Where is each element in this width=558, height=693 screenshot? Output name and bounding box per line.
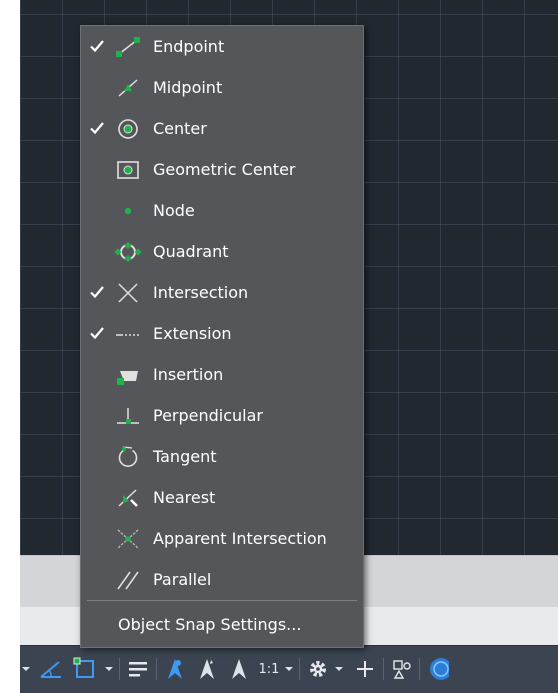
menu-item-tangent[interactable]: Tangent	[81, 437, 363, 477]
menu-item-label: Center	[153, 119, 207, 138]
apparent-intersection-icon	[117, 529, 139, 549]
extension-icon	[116, 334, 141, 336]
menu-item-label: Insertion	[153, 365, 224, 384]
menu-item-insertion[interactable]: Insertion	[81, 355, 363, 395]
menu-item-quadrant[interactable]: Quadrant	[81, 232, 363, 272]
menu-item-label: Quadrant	[153, 242, 229, 261]
object-snap-dropdown-icon[interactable]	[102, 654, 116, 684]
menu-item-label: Geometric Center	[153, 160, 296, 179]
check-icon	[90, 122, 104, 135]
auto-scale-icon[interactable]	[192, 654, 222, 684]
menu-divider	[87, 600, 357, 601]
plus-icon[interactable]	[350, 654, 380, 684]
menu-item-midpoint[interactable]: Midpoint	[81, 68, 363, 108]
node-icon	[124, 207, 132, 215]
menu-item-label: Endpoint	[153, 37, 225, 56]
check-icon	[90, 286, 104, 299]
object-snap-toggle-icon[interactable]	[70, 654, 100, 684]
menu-item-parallel[interactable]: Parallel	[81, 560, 363, 600]
insertion-icon	[117, 371, 138, 385]
menu-item-label: Apparent Intersection	[153, 529, 327, 548]
menu-item-label: Intersection	[153, 283, 249, 302]
check-icon	[90, 40, 104, 53]
geometric-center-icon	[117, 161, 139, 179]
center-icon	[118, 119, 138, 139]
isolate-objects-icon[interactable]	[388, 654, 416, 684]
annotation-scale-value[interactable]: 1:1	[256, 654, 282, 684]
menu-item-node[interactable]: Node	[81, 191, 363, 231]
parallel-icon	[117, 571, 139, 590]
annotation-scale-dropdown-icon[interactable]	[282, 654, 296, 684]
midpoint-icon	[118, 79, 138, 97]
menu-item-center[interactable]: Center	[81, 109, 363, 149]
menu-item-label: Midpoint	[153, 78, 223, 97]
quadrant-icon	[114, 242, 142, 262]
intersection-icon	[118, 283, 138, 303]
check-icon	[90, 327, 104, 340]
menu-item-intersection[interactable]: Intersection	[81, 273, 363, 313]
status-bar: 1:1	[20, 645, 558, 693]
annotation-visibility-icon[interactable]	[160, 654, 190, 684]
perpendicular-icon	[117, 408, 139, 424]
nearest-icon	[118, 489, 138, 507]
endpoint-icon	[116, 37, 140, 57]
lineweight-icon[interactable]	[124, 654, 152, 684]
menu-item-label: Tangent	[153, 447, 217, 466]
menu-item-apparent-intersection[interactable]: Apparent Intersection	[81, 519, 363, 559]
menu-item-nearest[interactable]: Nearest	[81, 478, 363, 518]
menu-item-label: Nearest	[153, 488, 216, 507]
workspace-gear-icon[interactable]	[304, 654, 332, 684]
object-snap-settings-item[interactable]: Object Snap Settings...	[81, 603, 363, 646]
menu-item-label: Extension	[153, 324, 232, 343]
menu-item-label: Node	[153, 201, 195, 220]
menu-item-perpendicular[interactable]: Perpendicular	[81, 396, 363, 436]
object-snap-menu: Endpoint Midpoint Center Geometric Cente…	[80, 25, 364, 648]
menu-item-label: Parallel	[153, 570, 212, 589]
chevron-down-icon[interactable]	[20, 654, 32, 684]
polar-tracking-icon[interactable]	[36, 654, 66, 684]
hardware-acceleration-icon[interactable]	[422, 654, 450, 684]
menu-item-endpoint[interactable]: Endpoint	[81, 27, 363, 67]
workspace-dropdown-icon[interactable]	[332, 654, 346, 684]
menu-item-extension[interactable]: Extension	[81, 314, 363, 354]
annotation-scale-icon[interactable]	[224, 654, 254, 684]
menu-item-label: Object Snap Settings...	[118, 615, 302, 634]
menu-item-label: Perpendicular	[153, 406, 264, 425]
tangent-icon	[118, 446, 138, 467]
menu-item-geometric-center[interactable]: Geometric Center	[81, 150, 363, 190]
